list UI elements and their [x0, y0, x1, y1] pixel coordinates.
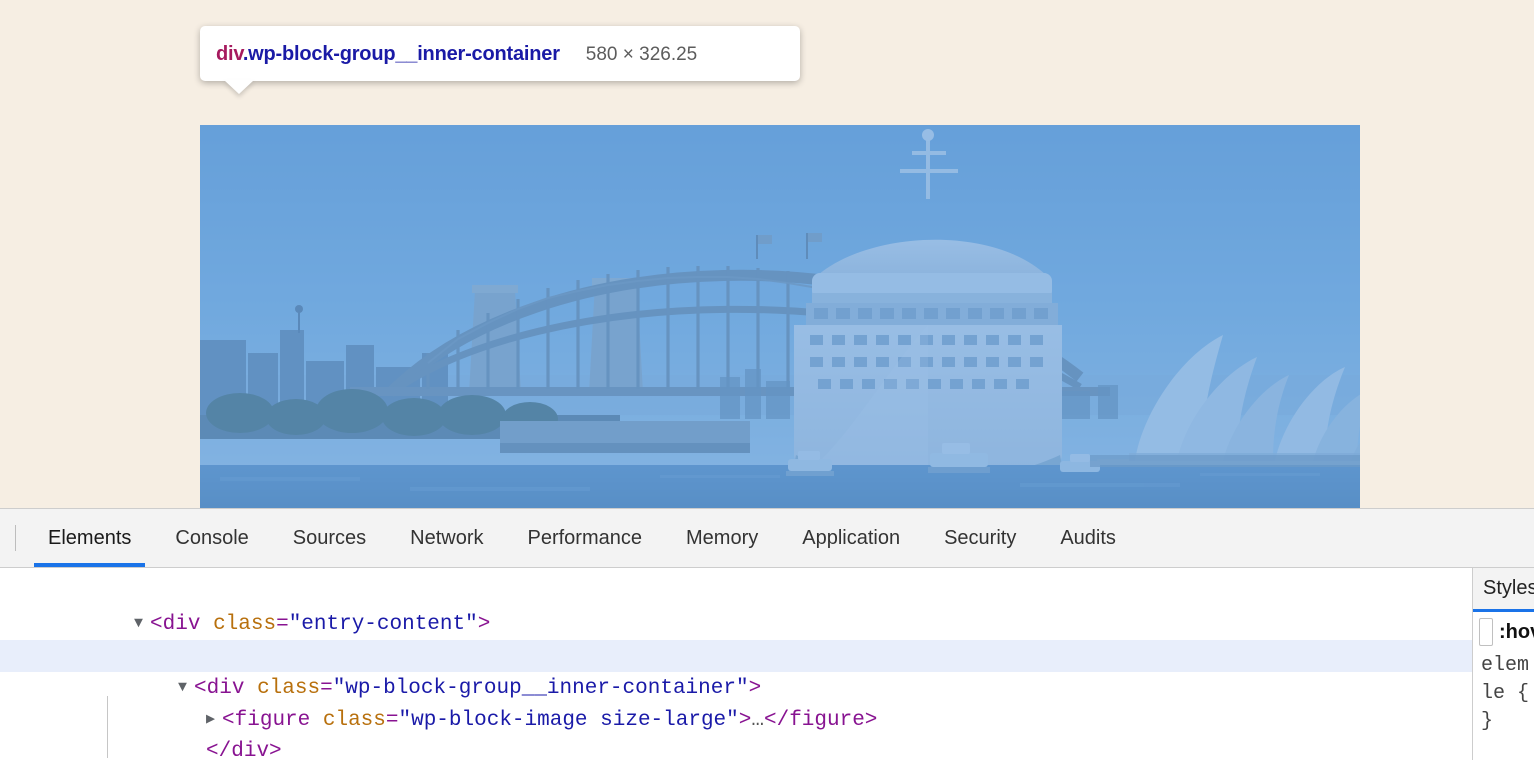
tab-styles[interactable]: Styles — [1473, 577, 1534, 600]
tab-security[interactable]: Security — [922, 509, 1038, 567]
styles-state-row: :hov — [1473, 612, 1534, 652]
page-viewport: div.wp-block-group__inner-container 580 … — [0, 0, 1534, 508]
tab-memory[interactable]: Memory — [664, 509, 780, 567]
devtools-body: ▼<div class="entry-content"> ▼<div class… — [0, 568, 1534, 760]
element-style-rule-line-3[interactable]: } — [1473, 708, 1534, 736]
inspector-tooltip-selector: div.wp-block-group__inner-container — [216, 40, 560, 68]
element-style-rule-line-1[interactable]: elem — [1473, 652, 1534, 680]
tab-audits[interactable]: Audits — [1038, 509, 1138, 567]
dom-tree-row[interactable]: ▼<div class="entry-content"> — [0, 576, 1472, 608]
dom-tree[interactable]: ▼<div class="entry-content"> ▼<div class… — [0, 568, 1472, 760]
tab-sources[interactable]: Sources — [271, 509, 388, 567]
tree-indent-guide — [107, 696, 108, 758]
dom-tree-row[interactable]: </div> — [0, 736, 1472, 760]
devtools-tabbar: Elements Console Sources Network Perform… — [0, 509, 1534, 568]
inspector-tooltip-arrow — [224, 80, 254, 94]
tabbar-left-divider — [15, 525, 16, 551]
sydney-harbour-photo — [200, 125, 1360, 508]
devtools-panel: Elements Console Sources Network Perform… — [0, 508, 1534, 760]
dom-tree-row[interactable]: ▼<div class="wp-block-group"> — [0, 608, 1472, 640]
dom-tree-row[interactable]: </div> — [0, 704, 1472, 736]
tab-performance[interactable]: Performance — [506, 509, 665, 567]
element-state-checkbox[interactable] — [1479, 618, 1493, 646]
hover-state-label[interactable]: :hov — [1499, 621, 1534, 644]
tab-network[interactable]: Network — [388, 509, 505, 567]
tab-console[interactable]: Console — [153, 509, 270, 567]
dom-tree-row-selected[interactable]: ▼<div class="wp-block-group__inner-conta… — [0, 640, 1472, 672]
inspector-tooltip-classname: .wp-block-group__inner-container — [243, 43, 560, 65]
tab-application[interactable]: Application — [780, 509, 922, 567]
tab-elements[interactable]: Elements — [26, 509, 153, 567]
browser-window: div.wp-block-group__inner-container 580 … — [0, 0, 1534, 760]
inspector-tooltip-dimensions: 580 × 326.25 — [586, 40, 697, 69]
styles-sidebar: Styles :hov elem le { } — [1472, 568, 1534, 760]
dom-tree-row[interactable]: ▶<figure class="wp-block-image size-larg… — [0, 672, 1472, 704]
element-style-rule-line-2[interactable]: le { — [1473, 680, 1534, 708]
inspector-tooltip-tagname: div — [216, 43, 243, 65]
inspector-tooltip: div.wp-block-group__inner-container 580 … — [200, 26, 800, 81]
styles-tabbar: Styles — [1473, 568, 1534, 612]
